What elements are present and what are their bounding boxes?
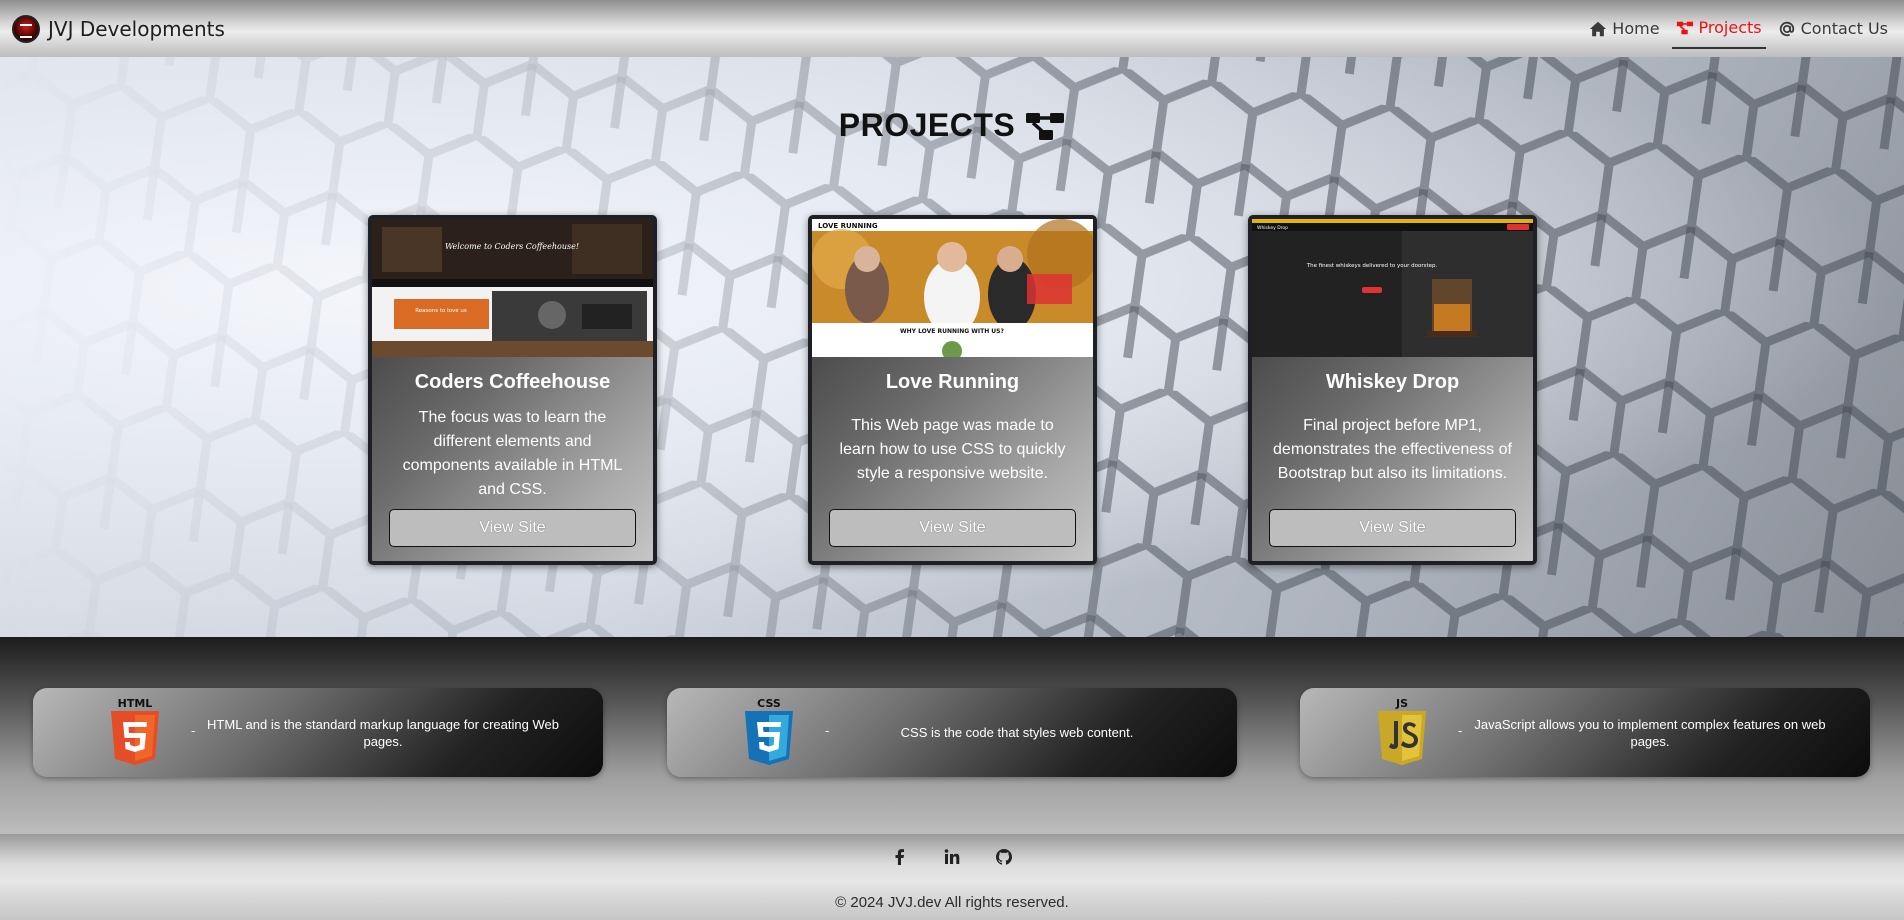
project-thumbnail[interactable]: LOVE RUNNING WHY LOVE RUNNING WITH US? <box>812 219 1093 357</box>
navbar: JVJ Developments Home Projects Contact U… <box>0 0 1904 57</box>
tech-card-html: HTML - HTML and is the standard markup l… <box>33 688 603 777</box>
svg-text:The finest whiskeys delivered: The finest whiskeys delivered to your do… <box>1306 263 1438 269</box>
project-title: Coders Coffeehouse <box>414 371 611 393</box>
svg-text:Reasons to love us: Reasons to love us <box>415 308 467 314</box>
project-card-whiskey-drop: Whiskey Drop The finest whiskeys deliver… <box>1248 215 1537 565</box>
nav-link-label: Contact Us <box>1800 19 1888 38</box>
svg-text:LOVE RUNNING: LOVE RUNNING <box>818 222 878 230</box>
page-title-text: PROJECTS <box>838 107 1016 143</box>
home-icon <box>1590 21 1607 36</box>
nav-link-home[interactable]: Home <box>1585 9 1663 49</box>
js-icon: JS <box>1378 697 1426 765</box>
tech-description: CSS is the code that styles web content. <box>900 725 1134 740</box>
footer: © 2024 JVJ.dev All rights reserved. <box>0 834 1904 920</box>
project-description: This Web page was made to learn how to u… <box>839 417 1066 482</box>
svg-text:Welcome to Coders Coffeehouse!: Welcome to Coders Coffeehouse! <box>445 242 579 251</box>
nav-link-contact[interactable]: Contact Us <box>1774 9 1892 49</box>
tech-description: HTML and is the standard markup language… <box>207 716 559 749</box>
project-description: Final project before MP1, demonstrates t… <box>1273 417 1512 482</box>
facebook-icon[interactable] <box>891 848 909 866</box>
social-links <box>0 848 1904 866</box>
project-title: Love Running <box>885 371 1020 393</box>
projects-section: PROJECTS Welcome to Coders Coffeehouse! … <box>0 57 1904 637</box>
nav-link-label: Projects <box>1698 18 1762 37</box>
project-diagram-icon <box>1026 112 1065 140</box>
view-site-button[interactable]: View Site <box>1269 509 1516 547</box>
brand[interactable]: JVJ Developments <box>12 14 225 43</box>
svg-text:Whiskey Drop: Whiskey Drop <box>1257 225 1288 231</box>
brand-name: JVJ Developments <box>48 16 225 41</box>
copyright: © 2024 JVJ.dev All rights reserved. <box>835 894 1069 911</box>
brand-logo <box>12 14 40 43</box>
tech-card-css: CSS - CSS is the code that styles web co… <box>667 688 1237 777</box>
tech-description: JavaScript allows you to implement compl… <box>1474 716 1826 749</box>
whiskey-drop-screenshot: Whiskey Drop The finest whiskeys deliver… <box>1252 219 1533 357</box>
tech-separator: - <box>191 724 196 738</box>
svg-text:WHY LOVE RUNNING WITH US?: WHY LOVE RUNNING WITH US? <box>900 328 1005 335</box>
tech-separator: - <box>1458 724 1463 738</box>
coffeehouse-screenshot: Welcome to Coders Coffeehouse! Reasons t… <box>372 219 653 357</box>
project-card-coffeehouse: Welcome to Coders Coffeehouse! Reasons t… <box>368 215 657 565</box>
nav-links: Home Projects Contact Us <box>1585 9 1892 49</box>
svg-text:HTML: HTML <box>118 697 153 710</box>
project-diagram-icon <box>1676 21 1693 34</box>
at-icon <box>1779 21 1794 36</box>
svg-text:JS: JS <box>1395 697 1408 710</box>
project-description: The focus was to learn the different ele… <box>402 409 623 498</box>
css3-icon: CSS <box>745 697 793 765</box>
svg-text:CSS: CSS <box>757 697 781 710</box>
linkedin-icon[interactable] <box>943 848 961 866</box>
technologies-section: HTML - HTML and is the standard markup l… <box>0 637 1904 834</box>
tech-card-js: JS - JavaScript allows you to implement … <box>1300 688 1870 777</box>
love-running-screenshot: LOVE RUNNING WHY LOVE RUNNING WITH US? <box>812 219 1093 357</box>
nav-link-label: Home <box>1612 19 1660 38</box>
project-thumbnail[interactable]: Whiskey Drop The finest whiskeys deliver… <box>1252 219 1533 357</box>
project-card-love-running: LOVE RUNNING WHY LOVE RUNNING WITH US? L… <box>808 215 1097 565</box>
github-icon[interactable] <box>995 848 1013 866</box>
tech-separator: - <box>825 724 830 738</box>
html5-icon: HTML <box>111 697 159 765</box>
view-site-button[interactable]: View Site <box>829 509 1076 547</box>
nav-link-projects[interactable]: Projects <box>1671 9 1766 49</box>
page-title: PROJECTS <box>0 107 1904 144</box>
project-thumbnail[interactable]: Welcome to Coders Coffeehouse! Reasons t… <box>372 219 653 357</box>
view-site-button[interactable]: View Site <box>389 509 636 547</box>
project-title: Whiskey Drop <box>1325 371 1460 393</box>
